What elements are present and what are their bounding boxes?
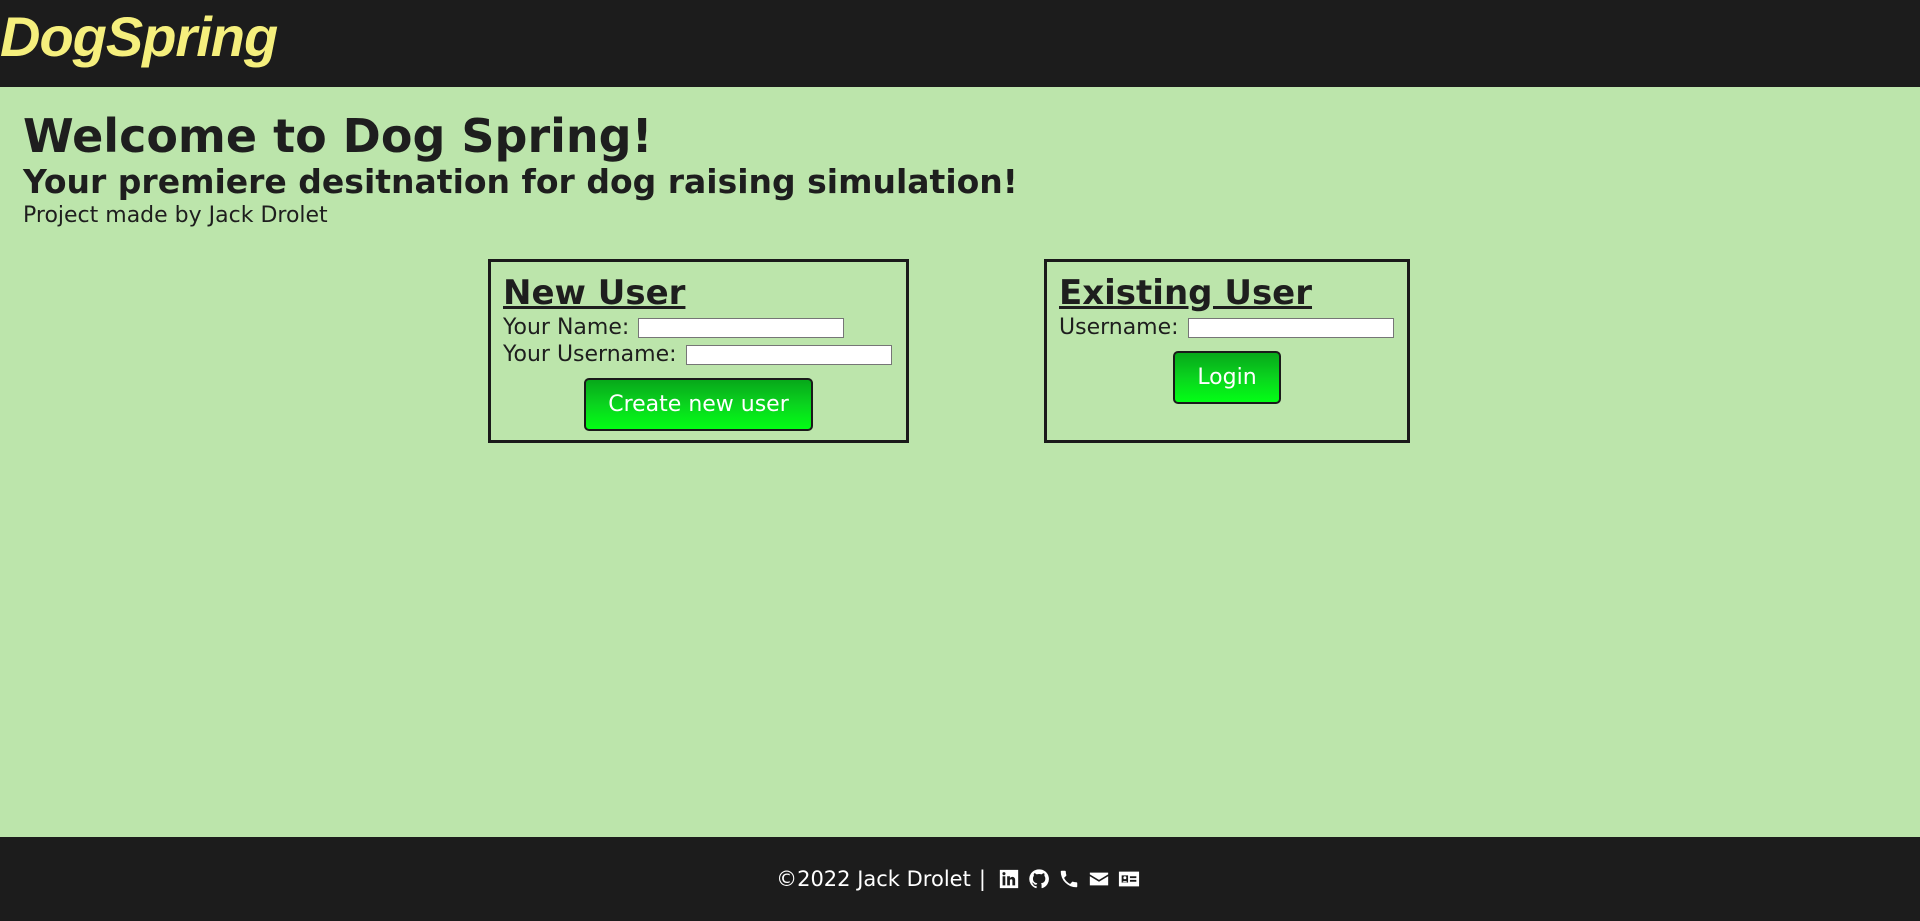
create-user-button-wrap: Create new user — [503, 378, 894, 431]
new-username-label: Your Username: — [503, 342, 677, 367]
page-title: Welcome to Dog Spring! — [23, 109, 653, 163]
new-username-input[interactable] — [685, 344, 892, 365]
name-row: Your Name: — [503, 314, 894, 341]
dogspring-logo[interactable]: DogSpring — [0, 4, 278, 70]
phone-icon[interactable] — [1057, 867, 1081, 891]
login-button-wrap: Login — [1059, 351, 1395, 404]
login-button[interactable]: Login — [1173, 351, 1281, 404]
hero-section: Welcome to Dog Spring! Your premiere des… — [23, 110, 1018, 230]
github-icon[interactable] — [1027, 867, 1051, 891]
new-user-panel: New User Your Name: Your Username: Creat… — [488, 259, 909, 443]
create-new-user-button[interactable]: Create new user — [584, 378, 813, 431]
footer: ©2022 Jack Drolet | — [0, 837, 1920, 921]
login-username-input[interactable] — [1187, 317, 1394, 338]
copyright-text: ©2022 Jack Drolet — [776, 867, 971, 891]
contact-card-icon[interactable] — [1117, 867, 1141, 891]
login-username-row: Username: — [1059, 314, 1395, 341]
new-user-heading: New User — [503, 273, 686, 313]
existing-user-panel: Existing User Username: Login — [1044, 259, 1410, 443]
page-subtitle: Your premiere desitnation for dog raisin… — [23, 162, 1018, 201]
new-username-row: Your Username: — [503, 341, 894, 368]
name-input[interactable] — [638, 317, 845, 338]
project-credit: Project made by Jack Drolet — [23, 203, 328, 228]
name-label: Your Name: — [503, 315, 630, 340]
login-username-label: Username: — [1059, 315, 1179, 340]
top-navbar: DogSpring — [0, 0, 1920, 87]
footer-separator: | — [978, 867, 986, 891]
linkedin-icon[interactable] — [997, 867, 1021, 891]
email-icon[interactable] — [1087, 867, 1111, 891]
existing-user-heading: Existing User — [1059, 273, 1313, 313]
